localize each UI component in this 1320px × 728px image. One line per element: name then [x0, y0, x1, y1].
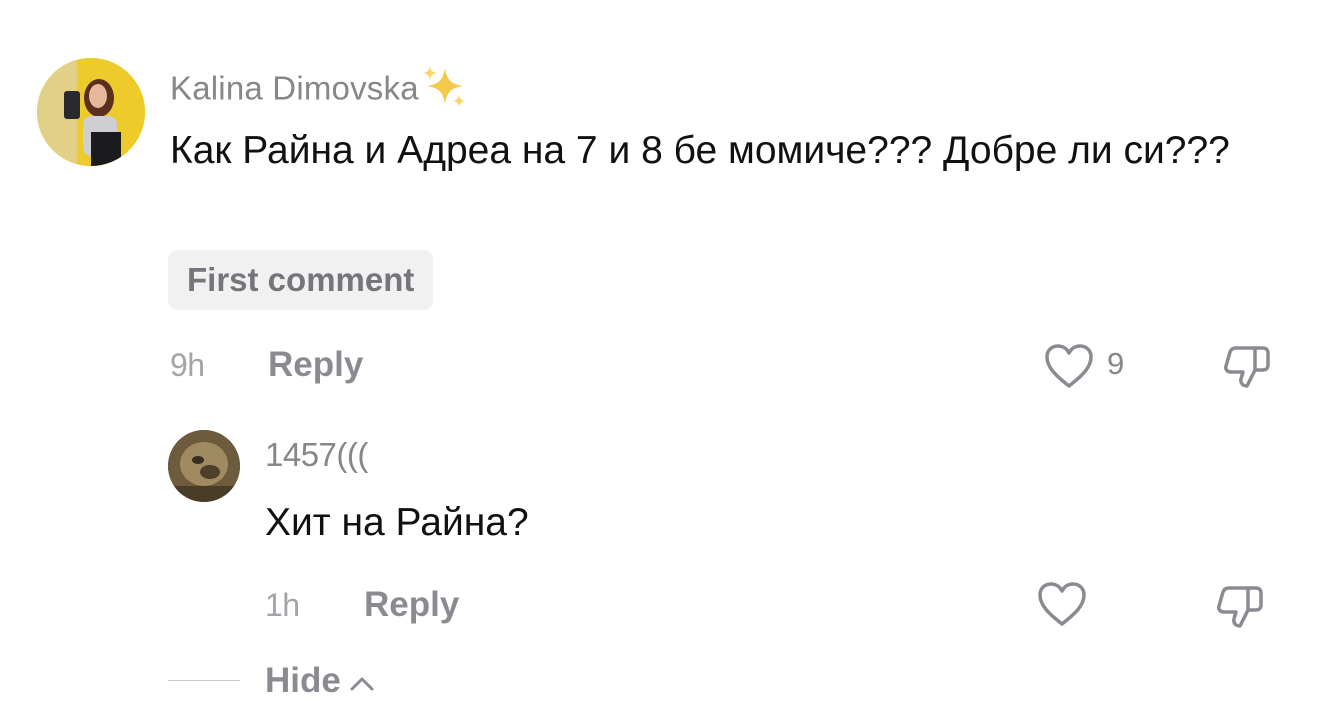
- thumbs-down-icon[interactable]: [1221, 340, 1273, 392]
- sparkles-icon: [421, 64, 467, 118]
- thumbs-down-icon[interactable]: [1214, 580, 1266, 632]
- avatar-photo: [37, 58, 145, 166]
- username-text: Kalina Dimovska: [170, 69, 419, 107]
- reply-text: Хит на Райна?: [265, 501, 529, 544]
- reply-to-reply-button[interactable]: Reply: [364, 585, 459, 625]
- comment-timestamp: 9h: [170, 347, 205, 383]
- chevron-up-icon: [349, 661, 375, 701]
- like-count: 9: [1107, 346, 1125, 381]
- heart-outline-icon[interactable]: [1043, 342, 1095, 390]
- replier-username[interactable]: 1457(((: [265, 436, 368, 474]
- reply-button[interactable]: Reply: [268, 345, 363, 385]
- replier-avatar[interactable]: [168, 430, 240, 502]
- comment-text: Как Райна и Адреа на 7 и 8 бе момиче??? …: [170, 129, 1230, 172]
- hide-label: Hide: [265, 661, 341, 700]
- avatar-photo: [168, 430, 240, 502]
- reply-timestamp: 1h: [265, 587, 300, 623]
- commenter-avatar[interactable]: [37, 58, 145, 166]
- commenter-username[interactable]: Kalina Dimovska: [170, 64, 467, 118]
- hide-replies-button[interactable]: Hide: [265, 661, 375, 701]
- heart-outline-icon[interactable]: [1036, 580, 1088, 628]
- first-comment-badge: First comment: [168, 250, 434, 310]
- replies-divider: [168, 680, 240, 681]
